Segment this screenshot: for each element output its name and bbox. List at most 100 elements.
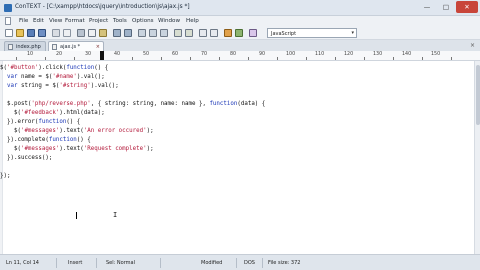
menu-help[interactable]: Help xyxy=(186,18,199,24)
ruler-tick xyxy=(306,57,307,60)
tab-index-php[interactable]: index.php xyxy=(4,41,46,51)
menu-project[interactable]: Project xyxy=(89,18,108,24)
status-divider xyxy=(160,258,161,268)
save-icon[interactable] xyxy=(27,29,35,37)
language-value: JavaScript xyxy=(271,30,297,37)
tab-close-icon[interactable]: × xyxy=(96,44,100,50)
toolbar: JavaScript ▾ xyxy=(0,26,480,40)
js-file-icon xyxy=(52,44,57,50)
ruler-mark: 100 xyxy=(286,52,296,57)
ruler-mark: 90 xyxy=(259,52,266,57)
ruler-tick xyxy=(335,57,336,60)
ruler-tick xyxy=(132,57,133,60)
ruler-tick xyxy=(16,57,17,60)
modified-indicator: Modified xyxy=(201,260,223,266)
unindent-icon[interactable] xyxy=(185,29,193,37)
save-all-icon[interactable] xyxy=(38,29,46,37)
status-divider xyxy=(262,258,263,268)
ruler-tick xyxy=(364,57,365,60)
cursor-position: Ln 11, Col 14 xyxy=(6,260,39,266)
menu-options[interactable]: Options xyxy=(132,18,154,24)
highlighter-icon[interactable] xyxy=(249,29,257,37)
insert-mode: Insert xyxy=(68,260,83,266)
ruler-mark: 20 xyxy=(56,52,63,57)
paste-icon[interactable] xyxy=(99,29,107,37)
menu-edit[interactable]: Edit xyxy=(33,18,44,24)
tab-label: ajax.js * xyxy=(60,43,81,50)
ibeam-cursor-icon: I xyxy=(113,211,118,219)
app-icon xyxy=(4,4,12,12)
scrollbar-thumb[interactable] xyxy=(476,65,480,125)
maximize-button[interactable]: □ xyxy=(437,1,455,13)
menu-file[interactable]: File xyxy=(19,18,28,24)
text-caret xyxy=(76,212,77,219)
copy-icon[interactable] xyxy=(88,29,96,37)
ruler-tick xyxy=(277,57,278,60)
print-icon[interactable] xyxy=(52,29,60,37)
status-divider xyxy=(96,258,97,268)
chevron-down-icon: ▾ xyxy=(351,30,354,36)
run-icon[interactable] xyxy=(224,29,232,37)
title-bar: ConTEXT - [C:\xampp\htdocs\jquery\introd… xyxy=(0,0,480,16)
ruler-tick xyxy=(190,57,191,60)
code-line: $('#feedback').html(data); xyxy=(0,110,105,116)
replace-icon[interactable] xyxy=(160,29,168,37)
close-button[interactable]: ✕ xyxy=(456,1,478,13)
ruler-mark: 130 xyxy=(373,52,383,57)
status-bar: Ln 11, Col 14 Insert Sel: Normal Modifie… xyxy=(0,254,480,270)
menu-format[interactable]: Format xyxy=(65,18,85,24)
ruler-tick xyxy=(451,57,452,60)
redo-icon[interactable] xyxy=(124,29,132,37)
document-icon xyxy=(5,17,11,25)
ruler-cursor-marker xyxy=(100,51,104,60)
print-preview-icon[interactable] xyxy=(63,29,71,37)
open-folder-icon[interactable] xyxy=(16,29,24,37)
ruler-mark: 150 xyxy=(431,52,441,57)
language-select[interactable]: JavaScript ▾ xyxy=(267,28,357,38)
code-line: }).complete(function() { xyxy=(0,137,91,143)
code-line: var string = $('#string').val(); xyxy=(6,83,119,89)
menu-bar: File Edit View Format Project Tools Opti… xyxy=(0,16,480,26)
ruler-mark: 70 xyxy=(201,52,208,57)
code-line: }).success(); xyxy=(0,155,53,161)
code-line: $.post('php/reverse.php', { string: stri… xyxy=(0,101,266,107)
ruler-mark: 110 xyxy=(315,52,325,57)
code-line: $('#messages').text('Request complete'); xyxy=(0,146,154,152)
find-icon[interactable] xyxy=(138,29,146,37)
ruler-tick xyxy=(422,57,423,60)
indent-icon[interactable] xyxy=(174,29,182,37)
ruler-tick xyxy=(248,57,249,60)
code-line: $('#messages').text('An error occured'); xyxy=(0,128,154,134)
ruler-mark: 120 xyxy=(344,52,354,57)
status-divider xyxy=(56,258,57,268)
status-divider xyxy=(236,258,237,268)
find-next-icon[interactable] xyxy=(149,29,157,37)
window-title: ConTEXT - [C:\xampp\htdocs\jquery\introd… xyxy=(15,4,190,10)
tab-bar: index.php ajax.js * × × xyxy=(0,40,480,51)
menu-window[interactable]: Window xyxy=(158,18,180,24)
close-tab-icon[interactable]: × xyxy=(470,42,475,49)
menu-tools[interactable]: Tools xyxy=(113,18,127,24)
new-file-icon[interactable] xyxy=(5,29,13,37)
ruler-mark: 10 xyxy=(27,52,34,57)
whitespace-icon[interactable] xyxy=(210,29,218,37)
word-wrap-icon[interactable] xyxy=(199,29,207,37)
ruler-mark: 50 xyxy=(143,52,150,57)
vertical-scrollbar[interactable] xyxy=(474,61,480,254)
ruler-mark: 30 xyxy=(85,52,92,57)
ruler-tick xyxy=(219,57,220,60)
menu-view[interactable]: View xyxy=(49,18,62,24)
code-line: var name = $('#name').val(); xyxy=(6,74,105,80)
code-line: $('#button').click(function() { xyxy=(0,65,109,71)
minimize-button[interactable]: — xyxy=(418,1,436,13)
tab-ajax-js[interactable]: ajax.js * × xyxy=(48,41,104,51)
code-editor[interactable]: $('#button').click(function() { var name… xyxy=(0,61,474,254)
project-icon[interactable] xyxy=(235,29,243,37)
ruler-tick xyxy=(161,57,162,60)
undo-icon[interactable] xyxy=(113,29,121,37)
code-line: }); xyxy=(0,173,11,179)
ruler-tick xyxy=(45,57,46,60)
cut-icon[interactable] xyxy=(77,29,85,37)
ruler-mark: 40 xyxy=(114,52,121,57)
ruler: 10 20 30 40 50 60 70 80 90 100 110 120 1… xyxy=(0,51,480,61)
